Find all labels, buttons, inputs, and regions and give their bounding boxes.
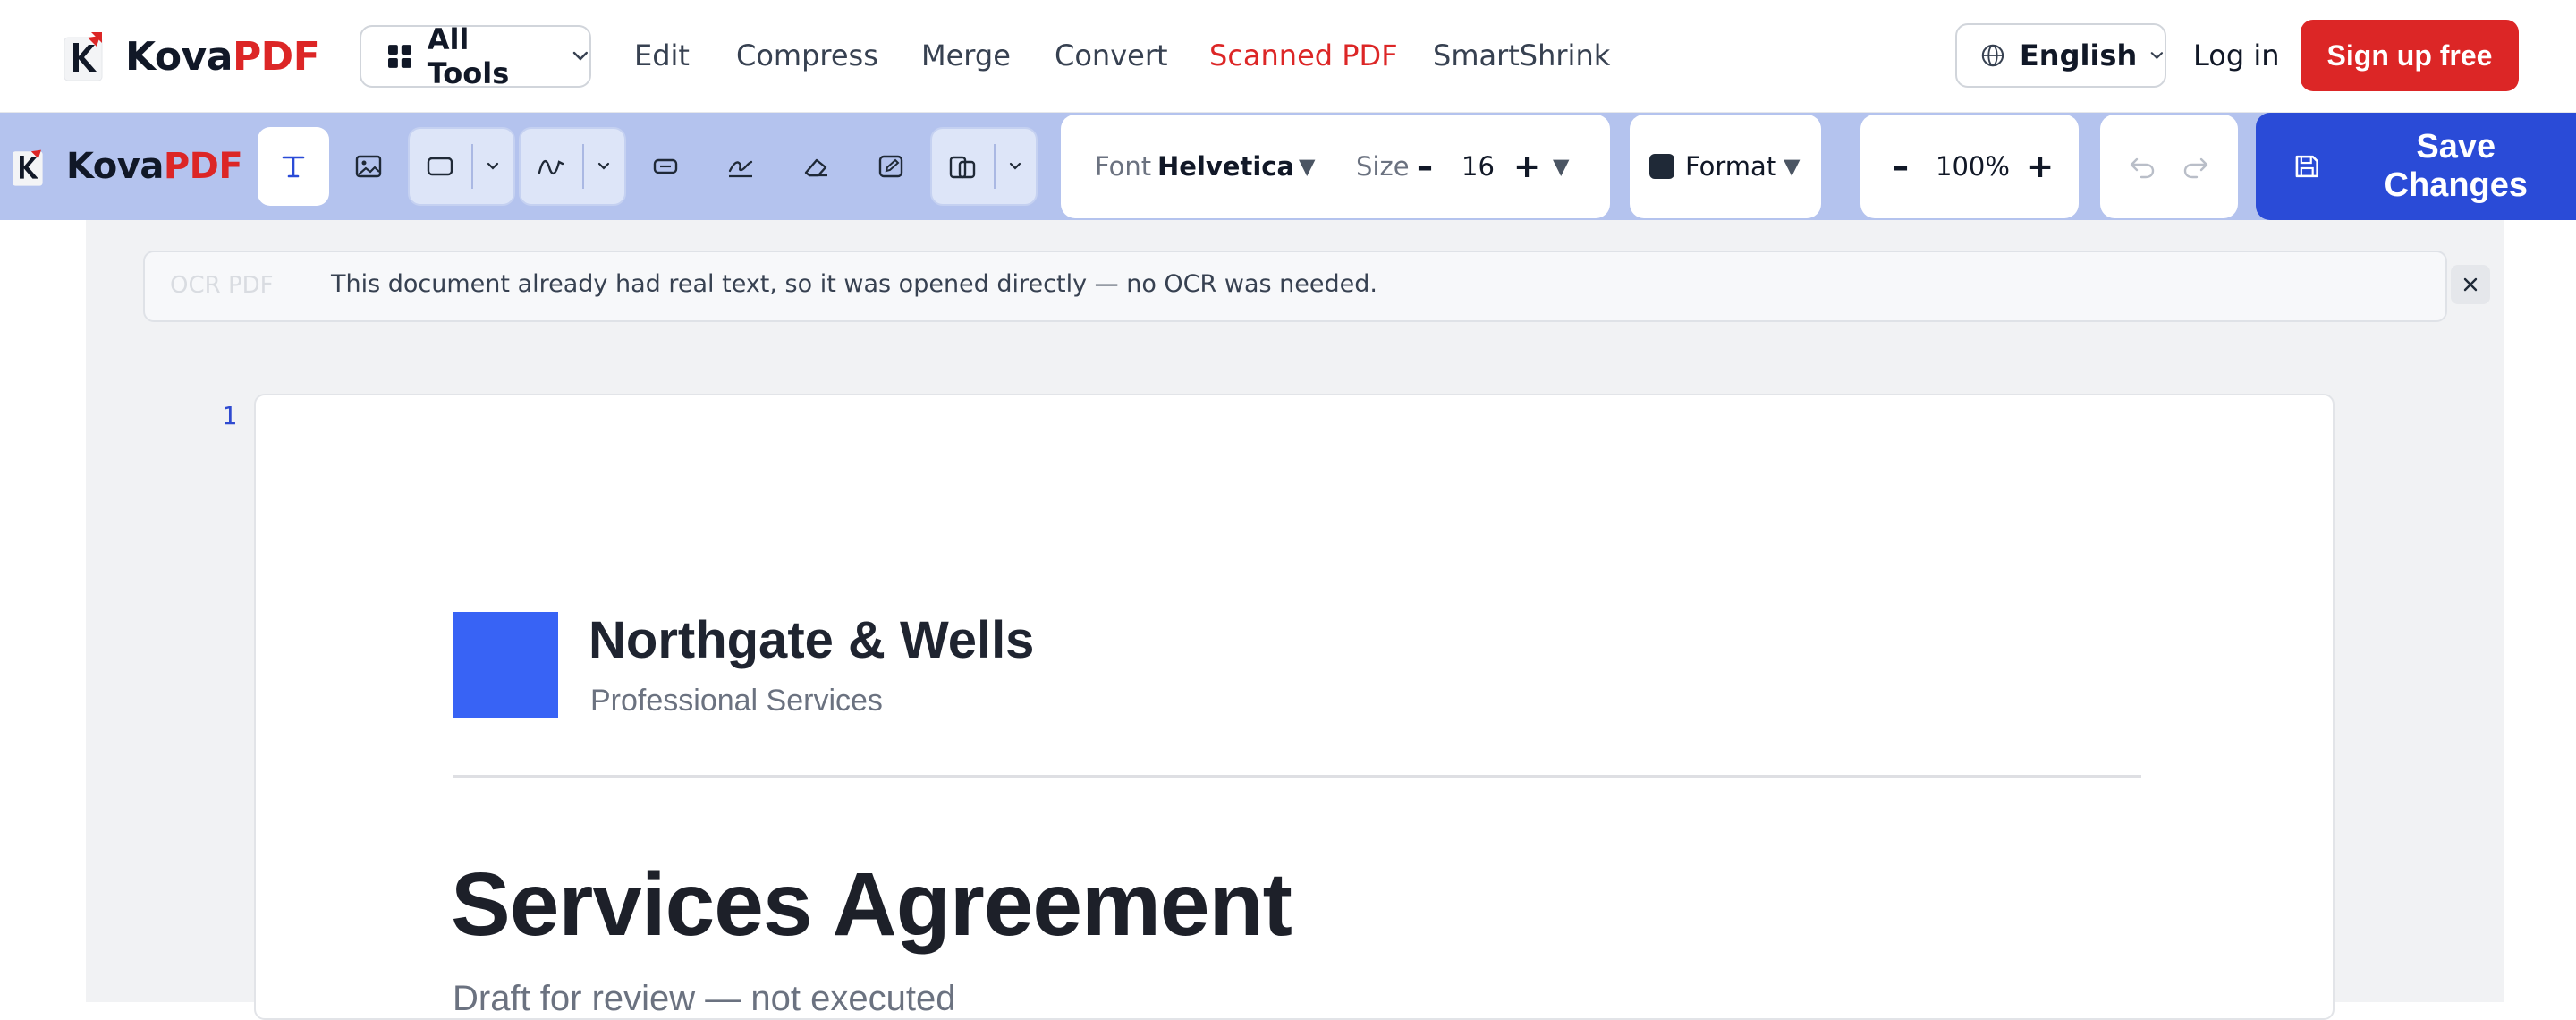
size-value[interactable]: 16 [1462,151,1495,182]
zoom-panel: – 100% + [1860,115,2079,218]
notice-message: This document already had real text, so … [331,270,1377,298]
redo-icon[interactable] [2181,151,2211,182]
font-panel: Font Helvetica ▼ Size – 16 + ▼ [1061,115,1610,218]
rectangle-shape-icon [428,157,453,176]
nav-link-scanned-pdf[interactable]: Scanned PDF [1209,34,1398,77]
zoom-out-button[interactable]: – [1893,149,1909,185]
signature-icon [728,160,753,178]
eraser-tool-button[interactable] [780,127,852,206]
all-tools-dropdown[interactable]: All Tools [360,22,591,90]
login-link[interactable]: Log in [2193,34,2280,77]
editor-toolbar: KovaPDF Font Helvetica ▼ Size – 16 + ▼ F… [0,113,2576,220]
chevron-down-icon [2150,52,2164,60]
nav-link-edit[interactable]: Edit [634,34,690,77]
shape-tool-group [408,127,515,206]
image-tool-icon [355,155,382,178]
text-tool-icon [282,156,305,178]
save-icon [2295,155,2318,178]
language-label: English [2019,38,2138,72]
header-divider [453,775,2141,778]
kovapdf-logo-icon [64,32,103,81]
page-number: 1 [222,401,237,430]
shape-tool-button[interactable] [410,129,471,204]
size-decrease-button[interactable]: – [1417,149,1433,185]
form-field-tool-button[interactable] [630,127,701,206]
page-layout-icon [950,156,976,179]
save-changes-label: Save Changes [2384,128,2529,204]
nav-link-compress[interactable]: Compress [736,34,878,77]
text-color-swatch[interactable] [1649,154,1674,179]
signup-button[interactable]: Sign up free [2301,20,2519,91]
size-label: Size [1356,151,1410,182]
top-navigation: KovaPDF All Tools Edit Compress Merge Co… [0,0,2576,113]
document-title[interactable]: Services Agreement [451,854,1292,956]
brand-logo-link[interactable]: KovaPDF [64,30,320,83]
language-selector[interactable]: English [1955,23,2166,88]
format-label: Format [1685,151,1777,182]
page-layout-tool-button[interactable] [932,129,994,204]
size-dropdown-arrow-icon[interactable]: ▼ [1553,154,1569,179]
document-workspace[interactable]: OCR PDF This document already had real t… [86,220,2504,1020]
shape-options-dropdown[interactable] [473,129,513,204]
form-field-icon [653,158,678,174]
save-changes-button[interactable]: Save Changes [2256,113,2576,220]
format-panel[interactable]: Format ▼ [1630,115,1821,218]
notice-close-button[interactable] [2451,265,2490,304]
draw-options-dropdown[interactable] [584,129,624,204]
chevron-down-icon [487,162,499,170]
page-layout-tool-group [930,127,1038,206]
document-subtitle[interactable]: Draft for review — not executed [453,979,955,1019]
annotate-icon [878,155,903,178]
font-dropdown-arrow-icon[interactable]: ▼ [1299,154,1315,179]
font-label: Font [1095,151,1152,182]
pdf-page[interactable]: Northgate & Wells Professional Services … [254,394,2334,1020]
zoom-in-button[interactable]: + [2027,149,2054,185]
company-logo-square [453,612,558,718]
page-layout-options-dropdown[interactable] [996,129,1036,204]
history-panel [2100,115,2238,218]
draw-tool-button[interactable] [521,129,582,204]
annotate-tool-button[interactable] [855,127,927,206]
format-dropdown-arrow-icon: ▼ [1784,154,1801,179]
signature-tool-button[interactable] [705,127,776,206]
brand-name: KovaPDF [66,146,243,187]
all-tools-label: All Tools [427,22,510,90]
close-icon [2463,277,2478,292]
nav-link-smartshrink[interactable]: SmartShrink [1433,34,1610,77]
company-name[interactable]: Northgate & Wells [589,610,1034,670]
company-tagline[interactable]: Professional Services [590,684,883,718]
freehand-draw-icon [538,160,564,174]
draw-tool-group [519,127,626,206]
nav-link-merge[interactable]: Merge [921,34,1011,77]
brand-name: KovaPDF [125,33,320,80]
chevron-down-icon [598,162,610,170]
eraser-icon [804,158,827,177]
text-tool-button[interactable] [258,127,329,206]
chevron-down-icon [1010,162,1021,170]
info-notice: OCR PDF This document already had real t… [143,251,2490,322]
chevron-down-icon [572,51,589,61]
image-tool-button[interactable] [333,127,404,206]
undo-icon[interactable] [2127,151,2157,182]
notice-ghost-label: OCR PDF [170,272,274,299]
grid-icon [388,45,411,68]
nav-link-convert[interactable]: Convert [1055,34,1168,77]
font-family-select[interactable]: Helvetica [1157,151,1294,182]
kovapdf-logo-icon [13,149,43,186]
globe-icon [1981,44,2004,67]
zoom-level: 100% [1936,151,2010,182]
size-increase-button[interactable]: + [1513,149,1540,185]
toolbar-brand: KovaPDF [13,140,243,193]
